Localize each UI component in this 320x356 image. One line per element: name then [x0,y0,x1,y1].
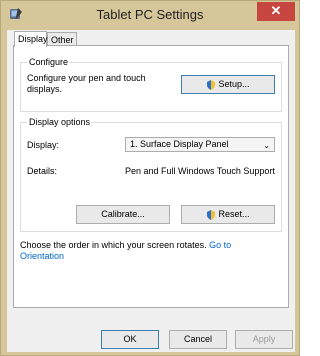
configure-description: Configure your pen and touch displays. [27,73,146,94]
calibrate-button[interactable]: Calibrate... [76,205,170,224]
window-title: Tablet PC Settings [96,7,204,22]
orientation-link-suffix: Orientation [20,251,65,261]
reset-button[interactable]: Reset... [181,205,275,224]
orientation-description: Choose the order in which your screen ro… [20,240,207,250]
dialog-client-area: Display Other Configure Configure your p… [7,30,295,352]
details-value: Pen and Full Windows Touch Support [125,166,275,176]
configure-group: Configure Configure your pen and touch d… [20,57,282,112]
title-bar[interactable]: Tablet PC Settings ✕ [1,1,299,29]
chevron-down-icon: ⌄ [263,141,270,150]
uac-shield-icon [207,209,216,220]
apply-button[interactable]: Apply [235,330,293,349]
calibrate-button-label: Calibrate... [101,209,145,219]
close-button[interactable]: ✕ [257,2,295,21]
display-options-group-title: Display options [27,117,93,127]
orientation-text: Choose the order in which your screen ro… [20,240,284,262]
cancel-button[interactable]: Cancel [169,330,227,349]
setup-button[interactable]: Setup... [181,75,275,94]
details-label: Details: [27,166,58,176]
display-options-group: Display options Display: 1. Surface Disp… [20,117,282,232]
display-label: Display: [27,140,60,150]
close-icon: ✕ [270,3,282,18]
display-tab-panel: Configure Configure your pen and touch d… [13,45,289,308]
display-select-value: 1. Surface Display Panel [130,139,229,149]
reset-button-label: Reset... [218,209,250,219]
setup-button-label: Setup... [218,79,250,89]
ok-button[interactable]: OK [101,330,159,349]
display-select[interactable]: 1. Surface Display Panel ⌄ [125,137,275,152]
tablet-pc-settings-window: Tablet PC Settings ✕ Display Other Confi… [0,0,300,356]
configure-group-title: Configure [27,57,71,67]
uac-shield-icon [207,79,216,90]
orientation-link-prefix: Go to [209,240,232,250]
tab-display[interactable]: Display [14,31,48,47]
